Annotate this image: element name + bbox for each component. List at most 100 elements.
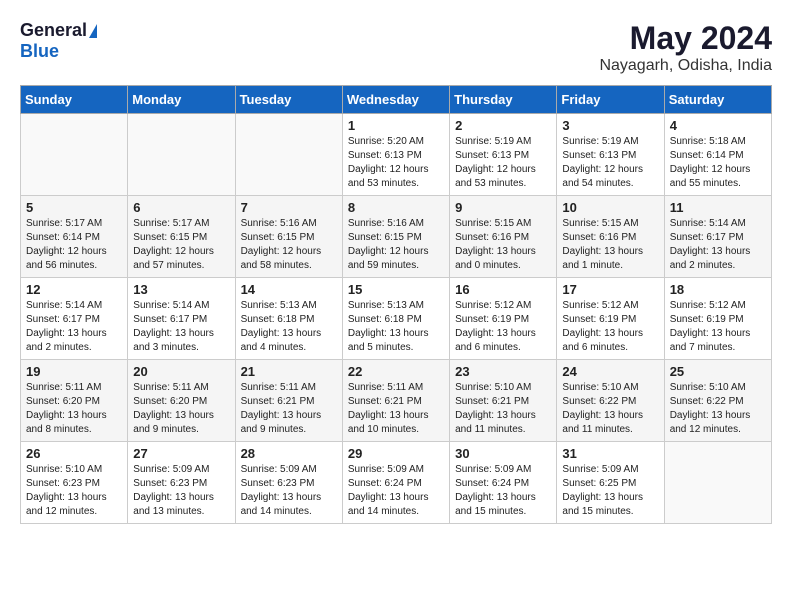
day-number: 30 <box>455 446 551 461</box>
day-cell: 17 Sunrise: 5:12 AM Sunset: 6:19 PM Dayli… <box>557 278 664 360</box>
day-info: Sunrise: 5:19 AM Sunset: 6:13 PM Dayligh… <box>455 135 551 191</box>
day-number: 29 <box>348 446 444 461</box>
day-cell: 16 Sunrise: 5:12 AM Sunset: 6:19 PM Dayli… <box>450 278 557 360</box>
calendar-subtitle: Nayagarh, Odisha, India <box>599 57 772 75</box>
day-info: Sunrise: 5:13 AM Sunset: 6:18 PM Dayligh… <box>348 299 444 355</box>
day-number: 23 <box>455 364 551 379</box>
day-number: 1 <box>348 118 444 133</box>
day-number: 19 <box>26 364 122 379</box>
header-cell-saturday: Saturday <box>664 86 771 114</box>
day-number: 21 <box>241 364 337 379</box>
day-number: 27 <box>133 446 229 461</box>
day-info: Sunrise: 5:19 AM Sunset: 6:13 PM Dayligh… <box>562 135 658 191</box>
day-number: 7 <box>241 200 337 215</box>
day-cell <box>128 114 235 196</box>
day-cell: 26 Sunrise: 5:10 AM Sunset: 6:23 PM Dayli… <box>21 442 128 524</box>
day-info: Sunrise: 5:12 AM Sunset: 6:19 PM Dayligh… <box>670 299 766 355</box>
day-cell: 31Sunrise: 5:09 AM Sunset: 6:25 PM Dayli… <box>557 442 664 524</box>
day-info: Sunrise: 5:20 AM Sunset: 6:13 PM Dayligh… <box>348 135 444 191</box>
day-number: 8 <box>348 200 444 215</box>
calendar-table: SundayMondayTuesdayWednesdayThursdayFrid… <box>20 85 772 524</box>
day-number: 18 <box>670 282 766 297</box>
day-info: Sunrise: 5:09 AM Sunset: 6:23 PM Dayligh… <box>241 463 337 519</box>
day-info: Sunrise: 5:10 AM Sunset: 6:23 PM Dayligh… <box>26 463 122 519</box>
day-number: 15 <box>348 282 444 297</box>
day-info: Sunrise: 5:17 AM Sunset: 6:15 PM Dayligh… <box>133 217 229 273</box>
day-number: 16 <box>455 282 551 297</box>
day-cell: 28 Sunrise: 5:09 AM Sunset: 6:23 PM Dayli… <box>235 442 342 524</box>
day-info: Sunrise: 5:09 AM Sunset: 6:24 PM Dayligh… <box>348 463 444 519</box>
day-number: 31 <box>562 446 658 461</box>
day-cell: 30 Sunrise: 5:09 AM Sunset: 6:24 PM Dayli… <box>450 442 557 524</box>
day-cell <box>235 114 342 196</box>
day-cell: 23 Sunrise: 5:10 AM Sunset: 6:21 PM Dayli… <box>450 360 557 442</box>
day-info: Sunrise: 5:10 AM Sunset: 6:22 PM Dayligh… <box>562 381 658 437</box>
day-info: Sunrise: 5:16 AM Sunset: 6:15 PM Dayligh… <box>241 217 337 273</box>
day-info: Sunrise: 5:17 AM Sunset: 6:14 PM Dayligh… <box>26 217 122 273</box>
day-cell: 6 Sunrise: 5:17 AM Sunset: 6:15 PM Daylig… <box>128 196 235 278</box>
day-cell: 8Sunrise: 5:16 AM Sunset: 6:15 PM Daylig… <box>342 196 449 278</box>
day-info: Sunrise: 5:10 AM Sunset: 6:21 PM Dayligh… <box>455 381 551 437</box>
day-number: 26 <box>26 446 122 461</box>
day-info: Sunrise: 5:14 AM Sunset: 6:17 PM Dayligh… <box>133 299 229 355</box>
day-cell: 2 Sunrise: 5:19 AM Sunset: 6:13 PM Daylig… <box>450 114 557 196</box>
day-cell <box>21 114 128 196</box>
day-cell: 12Sunrise: 5:14 AM Sunset: 6:17 PM Dayli… <box>21 278 128 360</box>
header-cell-tuesday: Tuesday <box>235 86 342 114</box>
day-number: 2 <box>455 118 551 133</box>
logo-general: General <box>20 20 87 41</box>
header-cell-monday: Monday <box>128 86 235 114</box>
day-cell: 25 Sunrise: 5:10 AM Sunset: 6:22 PM Dayli… <box>664 360 771 442</box>
day-cell: 7 Sunrise: 5:16 AM Sunset: 6:15 PM Daylig… <box>235 196 342 278</box>
day-cell: 29 Sunrise: 5:09 AM Sunset: 6:24 PM Dayli… <box>342 442 449 524</box>
day-cell: 11Sunrise: 5:14 AM Sunset: 6:17 PM Dayli… <box>664 196 771 278</box>
week-row-5: 26 Sunrise: 5:10 AM Sunset: 6:23 PM Dayli… <box>21 442 772 524</box>
logo: General Blue <box>20 20 97 62</box>
week-row-1: 1 Sunrise: 5:20 AM Sunset: 6:13 PM Daylig… <box>21 114 772 196</box>
header-cell-wednesday: Wednesday <box>342 86 449 114</box>
header-cell-thursday: Thursday <box>450 86 557 114</box>
day-cell: 14 Sunrise: 5:13 AM Sunset: 6:18 PM Dayli… <box>235 278 342 360</box>
day-cell: 19 Sunrise: 5:11 AM Sunset: 6:20 PM Dayli… <box>21 360 128 442</box>
day-info: Sunrise: 5:13 AM Sunset: 6:18 PM Dayligh… <box>241 299 337 355</box>
day-number: 24 <box>562 364 658 379</box>
header-row: SundayMondayTuesdayWednesdayThursdayFrid… <box>21 86 772 114</box>
week-row-2: 5 Sunrise: 5:17 AM Sunset: 6:14 PM Daylig… <box>21 196 772 278</box>
day-info: Sunrise: 5:12 AM Sunset: 6:19 PM Dayligh… <box>562 299 658 355</box>
week-row-3: 12 Sunrise: 5:14 AM Sunset: 6:17 PM Dayli… <box>21 278 772 360</box>
header-cell-sunday: Sunday <box>21 86 128 114</box>
day-cell: 15 Sunrise: 5:13 AM Sunset: 6:18 PM Dayli… <box>342 278 449 360</box>
day-info: Sunrise: 5:11 AM Sunset: 6:21 PM Dayligh… <box>348 381 444 437</box>
day-cell: 20 Sunrise: 5:11 AM Sunset: 6:20 PM Dayli… <box>128 360 235 442</box>
day-cell <box>664 442 771 524</box>
day-number: 17 <box>562 282 658 297</box>
day-info: Sunrise: 5:11 AM Sunset: 6:21 PM Dayligh… <box>241 381 337 437</box>
day-number: 14 <box>241 282 337 297</box>
day-number: 25 <box>670 364 766 379</box>
day-number: 4 <box>670 118 766 133</box>
day-cell: 4 Sunrise: 5:18 AM Sunset: 6:14 PM Daylig… <box>664 114 771 196</box>
day-info: Sunrise: 5:09 AM Sunset: 6:24 PM Dayligh… <box>455 463 551 519</box>
day-number: 9 <box>455 200 551 215</box>
day-number: 22 <box>348 364 444 379</box>
day-cell: 10Sunrise: 5:15 AM Sunset: 6:16 PM Dayli… <box>557 196 664 278</box>
day-info: Sunrise: 5:11 AM Sunset: 6:20 PM Dayligh… <box>26 381 122 437</box>
day-cell: 13Sunrise: 5:14 AM Sunset: 6:17 PM Dayli… <box>128 278 235 360</box>
day-number: 5 <box>26 200 122 215</box>
day-info: Sunrise: 5:11 AM Sunset: 6:20 PM Dayligh… <box>133 381 229 437</box>
day-number: 12 <box>26 282 122 297</box>
day-number: 20 <box>133 364 229 379</box>
day-cell: 3Sunrise: 5:19 AM Sunset: 6:13 PM Daylig… <box>557 114 664 196</box>
day-info: Sunrise: 5:12 AM Sunset: 6:19 PM Dayligh… <box>455 299 551 355</box>
day-cell: 22 Sunrise: 5:11 AM Sunset: 6:21 PM Dayli… <box>342 360 449 442</box>
day-info: Sunrise: 5:15 AM Sunset: 6:16 PM Dayligh… <box>562 217 658 273</box>
day-info: Sunrise: 5:14 AM Sunset: 6:17 PM Dayligh… <box>670 217 766 273</box>
day-number: 6 <box>133 200 229 215</box>
day-info: Sunrise: 5:18 AM Sunset: 6:14 PM Dayligh… <box>670 135 766 191</box>
day-cell: 18 Sunrise: 5:12 AM Sunset: 6:19 PM Dayli… <box>664 278 771 360</box>
day-number: 28 <box>241 446 337 461</box>
header: General Blue May 2024 Nayagarh, Odisha, … <box>20 20 772 75</box>
day-info: Sunrise: 5:15 AM Sunset: 6:16 PM Dayligh… <box>455 217 551 273</box>
day-cell: 1 Sunrise: 5:20 AM Sunset: 6:13 PM Daylig… <box>342 114 449 196</box>
day-info: Sunrise: 5:10 AM Sunset: 6:22 PM Dayligh… <box>670 381 766 437</box>
